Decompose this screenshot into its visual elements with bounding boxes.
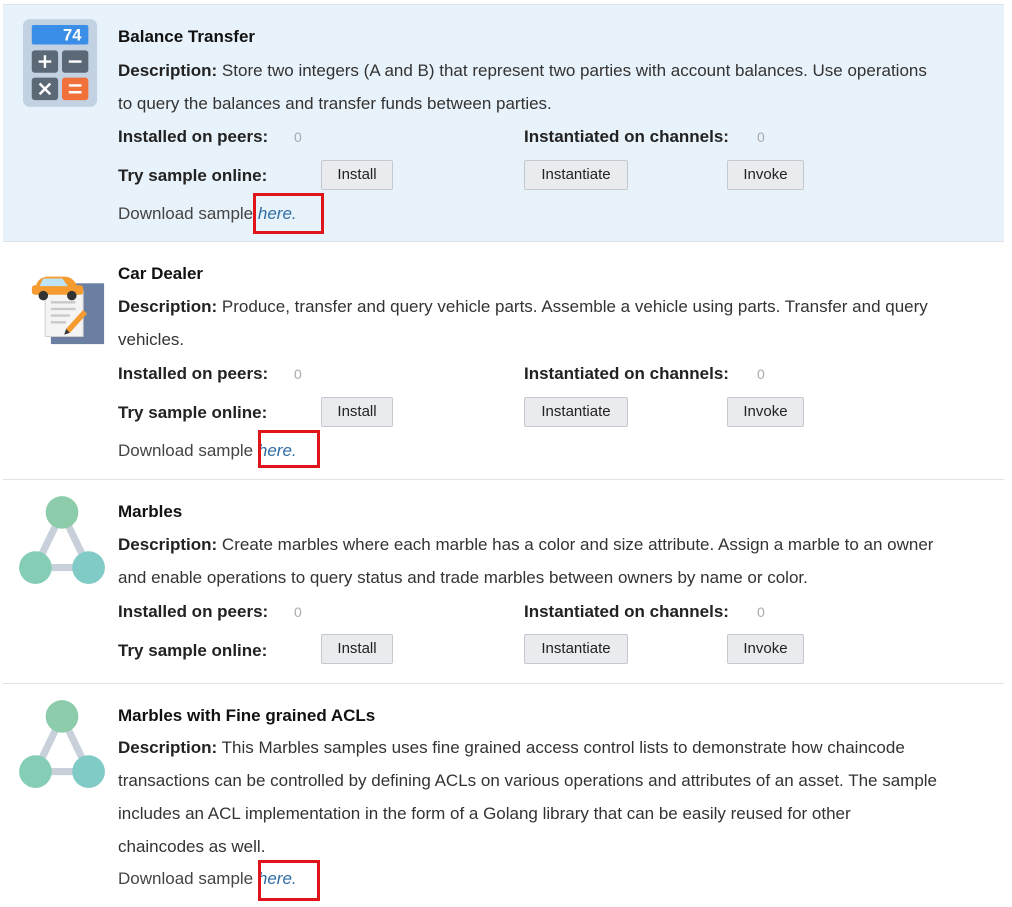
sample-card-marbles: Marbles Description: Create marbles wher… [3,479,1004,684]
description-label: Description: [118,738,218,757]
instantiated-channels-count: 0 [757,366,765,382]
sample-title: Car Dealer [118,264,204,283]
installed-peers-count: 0 [294,366,302,382]
instantiated-on-channels-label: Instantiated on channels: [524,127,729,146]
description-label: Description: [118,535,218,554]
download-here-link[interactable]: here. [258,204,297,223]
car-document-icon [31,276,105,345]
try-sample-online-label: Try sample online: [118,166,268,185]
download-here-link[interactable]: here. [258,441,297,460]
description-text: Produce, transfer and query vehicle part… [118,297,928,349]
try-sample-online-label: Try sample online: [118,641,268,660]
download-prefix: Download sample [118,204,254,223]
sample-card-marbles-acls: Marbles with Fine grained ACLs Descripti… [3,683,1004,907]
instantiated-on-channels-label: Instantiated on channels: [524,364,729,383]
try-sample-online-label: Try sample online: [118,403,268,422]
network-triangle-icon [19,496,105,584]
installed-on-peers-label: Installed on peers: [118,127,269,146]
instantiated-channels-count: 0 [757,129,765,145]
sample-description: Description: This Marbles samples uses f… [118,731,938,863]
instantiate-button[interactable]: Instantiate [524,634,628,664]
sample-title: Balance Transfer [118,27,256,46]
description-text: Store two integers (A and B) that repres… [118,61,927,113]
instantiated-on-channels-label: Instantiated on channels: [524,602,729,621]
description-label: Description: [118,297,218,316]
invoke-button[interactable]: Invoke [727,397,804,427]
description-text: Create marbles where each marble has a c… [118,535,934,587]
install-button[interactable]: Install [321,634,393,664]
instantiated-channels-count: 0 [757,604,765,620]
download-here-link[interactable]: here. [258,869,297,888]
instantiate-button[interactable]: Instantiate [524,160,628,190]
invoke-button[interactable]: Invoke [727,160,804,190]
description-text: This Marbles samples uses fine grained a… [118,738,938,856]
install-button[interactable]: Install [321,160,393,190]
download-prefix: Download sample [118,441,254,460]
installed-peers-count: 0 [294,604,302,620]
download-sample: Download sample here. [118,869,297,889]
sample-card-car-dealer: Car Dealer Description: Produce, transfe… [3,241,1004,480]
sample-description: Description: Create marbles where each m… [118,528,938,594]
calculator-display-text: 74 [63,26,82,45]
calculator-icon: 74 [23,19,98,107]
sample-card-balance-transfer: 74 Balance Transfer Description: Store t… [3,4,1004,242]
instantiate-button[interactable]: Instantiate [524,397,628,427]
installed-peers-count: 0 [294,129,302,145]
download-sample: Download sample here. [118,204,297,224]
network-triangle-icon [19,700,105,788]
download-sample: Download sample here. [118,441,297,461]
install-button[interactable]: Install [321,397,393,427]
sample-description: Description: Produce, transfer and query… [118,290,938,356]
download-prefix: Download sample [118,869,254,888]
sample-description: Description: Store two integers (A and B… [118,54,938,120]
description-label: Description: [118,61,218,80]
invoke-button[interactable]: Invoke [727,634,804,664]
sample-title: Marbles with Fine grained ACLs [118,706,376,725]
installed-on-peers-label: Installed on peers: [118,602,269,621]
installed-on-peers-label: Installed on peers: [118,364,269,383]
sample-title: Marbles [118,502,183,521]
